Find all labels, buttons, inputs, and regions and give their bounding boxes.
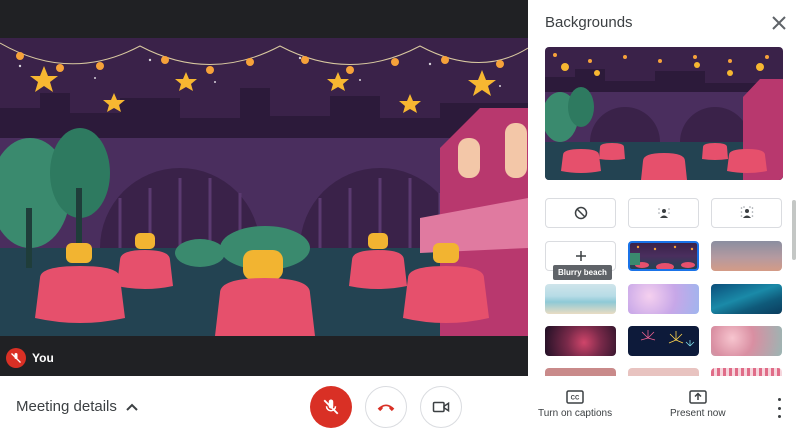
meeting-details-label: Meeting details	[16, 398, 117, 415]
background-tile-flowers[interactable]	[545, 368, 616, 376]
toggle-microphone-button[interactable]	[310, 386, 352, 428]
no-effect-tile[interactable]	[545, 198, 616, 228]
strong-blur-tile[interactable]	[711, 198, 782, 228]
participant-badge: You	[6, 348, 54, 368]
background-tile-fireworks[interactable]	[628, 326, 699, 356]
camera-icon	[432, 401, 450, 413]
meeting-details-button[interactable]: Meeting details	[16, 398, 139, 415]
slight-blur-tile[interactable]	[628, 198, 699, 228]
background-tile-dotted-pink[interactable]	[711, 368, 782, 376]
background-preview	[545, 47, 783, 180]
mic-off-icon	[6, 348, 26, 368]
background-tooltip: Blurry beach	[553, 265, 612, 280]
background-tile-evening-cafe[interactable]	[628, 241, 699, 271]
close-icon[interactable]	[770, 14, 788, 32]
background-tile-galaxy[interactable]	[545, 326, 616, 356]
more-options-button[interactable]	[772, 398, 786, 418]
cafe-thumbnail	[630, 245, 695, 269]
mic-off-icon	[323, 399, 339, 415]
fireworks-thumbnail	[640, 330, 695, 347]
toggle-camera-button[interactable]	[420, 386, 462, 428]
present-label: Present now	[670, 408, 726, 419]
no-effect-icon	[574, 206, 587, 220]
chevron-up-icon	[126, 403, 138, 411]
captions-icon: CC	[566, 390, 584, 404]
captions-button[interactable]: CC Turn on captions	[538, 390, 612, 419]
more-vert-dot	[777, 415, 781, 418]
blur-slight-icon	[657, 208, 670, 218]
panel-scrollbar[interactable]	[792, 200, 796, 260]
background-tile-pastel-clouds[interactable]	[628, 284, 699, 314]
svg-text:CC: CC	[571, 396, 580, 402]
add-icon	[575, 251, 586, 261]
background-tile-blurry-beach[interactable]	[545, 284, 616, 314]
meeting-actions-bar: CC Turn on captions Present now	[528, 376, 800, 438]
video-stage: You	[0, 0, 528, 376]
background-tile-soft-pink[interactable]	[628, 368, 699, 376]
more-vert-dot	[777, 406, 781, 410]
panel-title: Backgrounds	[545, 14, 633, 31]
blur-strong-icon	[740, 206, 753, 218]
background-tile-aurora[interactable]	[711, 284, 782, 314]
participant-name: You	[32, 351, 54, 365]
present-icon	[689, 390, 707, 404]
background-tile-sunset-haze[interactable]	[711, 241, 782, 271]
more-vert-icon	[777, 398, 781, 401]
backgrounds-panel: Backgrounds	[528, 0, 800, 376]
background-tile-blossoms[interactable]	[711, 326, 782, 356]
meeting-controls-bar: Meeting details	[0, 376, 528, 438]
captions-label: Turn on captions	[538, 408, 613, 419]
self-video-with-background	[0, 38, 528, 336]
hang-up-icon	[377, 404, 395, 412]
leave-call-button[interactable]	[365, 386, 407, 428]
present-now-button[interactable]: Present now	[670, 390, 726, 419]
